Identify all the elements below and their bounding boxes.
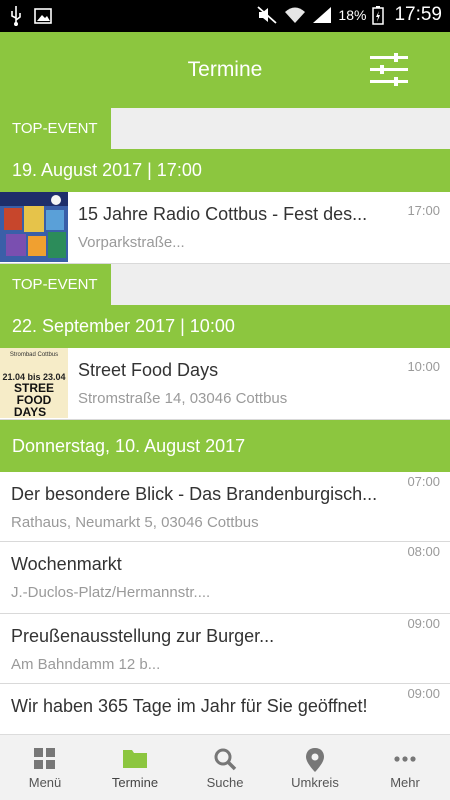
list-item[interactable]: Wochenmarkt J.-Duclos-Platz/Hermannstr..… <box>0 542 450 614</box>
list-item[interactable]: Preußenausstellung zur Burger... Am Bahn… <box>0 614 450 684</box>
event-location: Rathaus, Neumarkt 5, 03046 Cottbus <box>11 514 259 531</box>
search-icon <box>214 748 237 771</box>
signal-icon <box>313 7 332 23</box>
poster-big3: DAYS <box>14 405 46 418</box>
nav-menu-label: Menü <box>28 775 62 790</box>
list-item[interactable]: Wir haben 365 Tage im Jahr für Sie geöff… <box>0 684 450 734</box>
battery-charging-icon <box>372 6 385 25</box>
day-header: Donnerstag, 10. August 2017 <box>0 420 450 472</box>
event-time: 07:00 <box>407 474 440 489</box>
event-title: Wir haben 365 Tage im Jahr für Sie geöff… <box>11 696 368 716</box>
clock: 17:59 <box>394 4 442 25</box>
event-time: 09:00 <box>407 616 440 631</box>
event-title: Preußenausstellung zur Burger... <box>11 626 275 646</box>
nav-suche-label: Suche <box>206 775 244 790</box>
event-title: Der besondere Blick - Das Brandenburgisc… <box>11 484 378 504</box>
date-header: 22. September 2017 | 10:00 <box>0 305 450 348</box>
app-bar: Termine <box>0 32 450 108</box>
nav-termine[interactable]: Termine <box>90 735 180 800</box>
list-item[interactable]: Strombad Cottbus 21.04 bis 23.04 STREE F… <box>0 348 450 420</box>
top-event-badge: TOP-EVENT <box>0 264 111 305</box>
event-thumbnail <box>0 192 68 262</box>
top-event-badge-row: TOP-EVENT <box>0 264 450 305</box>
event-thumbnail: Strombad Cottbus 21.04 bis 23.04 STREE F… <box>0 348 68 418</box>
event-location: Am Bahndamm 12 b... <box>11 656 161 673</box>
wifi-icon <box>285 7 306 23</box>
location-pin-icon <box>306 748 324 772</box>
bottom-navigation: Menü Termine Suche Umkreis Mehr <box>0 734 450 800</box>
event-time: 09:00 <box>407 686 440 701</box>
list-item[interactable]: Der besondere Blick - Das Brandenburgisc… <box>0 472 450 542</box>
event-time: 08:00 <box>407 544 440 559</box>
usb-icon <box>11 6 21 26</box>
nav-suche[interactable]: Suche <box>180 735 270 800</box>
event-title: Wochenmarkt <box>11 554 122 574</box>
battery-percent: 18% <box>338 7 367 23</box>
folder-icon <box>123 750 147 768</box>
event-location: Stromstraße 14, 03046 Cottbus <box>78 390 288 407</box>
nav-mehr-label: Mehr <box>390 775 420 790</box>
event-location: Vorparkstraße... <box>78 234 185 251</box>
top-event-badge: TOP-EVENT <box>0 108 111 149</box>
nav-mehr[interactable]: Mehr <box>360 735 450 800</box>
nav-umkreis[interactable]: Umkreis <box>270 735 360 800</box>
event-time: 10:00 <box>407 359 440 374</box>
nav-termine-label: Termine <box>111 775 159 790</box>
events-list[interactable]: TOP-EVENT 19. August 2017 | 17:00 15 Jah… <box>0 108 450 734</box>
grid-icon <box>34 748 55 769</box>
more-dots-icon <box>394 756 416 762</box>
event-time: 17:00 <box>407 203 440 218</box>
status-bar: 18% 17:59 <box>0 0 450 32</box>
poster-line1: Strombad Cottbus <box>10 352 58 358</box>
filter-button[interactable] <box>368 52 410 88</box>
mute-icon <box>257 6 278 24</box>
nav-menu[interactable]: Menü <box>0 735 90 800</box>
event-title: Street Food Days <box>78 360 219 380</box>
nav-umkreis-label: Umkreis <box>291 775 339 790</box>
list-item[interactable]: 15 Jahre Radio Cottbus - Fest des... Vor… <box>0 192 450 264</box>
image-icon <box>34 8 52 24</box>
date-header: 19. August 2017 | 17:00 <box>0 149 450 192</box>
event-location: J.-Duclos-Platz/Hermannstr.... <box>11 584 211 601</box>
top-event-badge-row: TOP-EVENT <box>0 108 450 149</box>
event-title: 15 Jahre Radio Cottbus - Fest des... <box>78 204 368 224</box>
sliders-icon <box>370 53 408 86</box>
notification-icons <box>10 6 52 26</box>
